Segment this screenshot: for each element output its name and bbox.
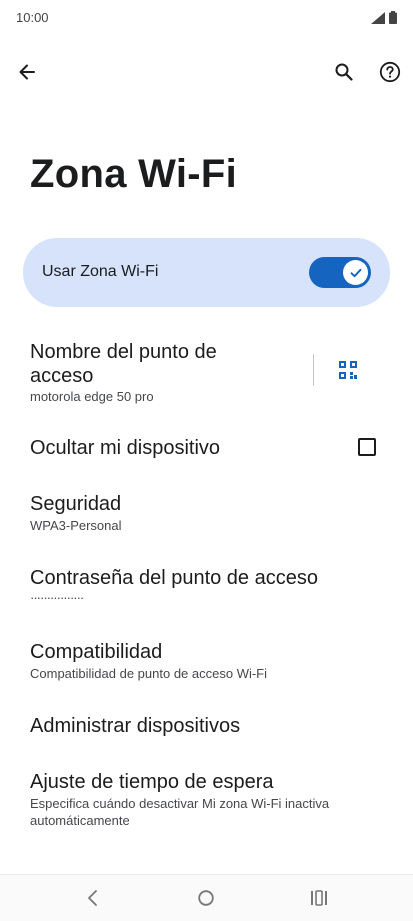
pref-compatibility[interactable]: Compatibilidad Compatibilidad de punto d… [0, 638, 413, 688]
arrow-back-icon [19, 64, 35, 80]
share-qr-button[interactable] [330, 352, 366, 388]
pref-summary: Compatibilidad de punto de acceso Wi-Fi [30, 666, 268, 681]
battery-icon [389, 11, 397, 24]
pref-title: Ocultar mi dispositivo [30, 437, 221, 459]
signal-icon [371, 11, 385, 24]
hotspot-master-switch[interactable]: Usar Zona Wi-Fi [23, 238, 390, 307]
qr-code-icon [339, 361, 357, 379]
page-title: Zona Wi-Fi [30, 152, 238, 196]
pref-summary-continued: automáticamente [30, 813, 130, 828]
pref-timeout[interactable]: Ajuste de tiempo de espera Especifica cu… [0, 768, 413, 832]
switch-thumb [343, 260, 368, 285]
nav-back-button[interactable] [75, 883, 111, 913]
nav-home-button[interactable] [188, 883, 224, 913]
hotspot-toggle[interactable] [309, 257, 371, 288]
pref-security[interactable]: Seguridad WPA3-Personal [0, 490, 413, 540]
hide-device-checkbox[interactable] [358, 438, 376, 456]
pref-title: Compatibilidad [30, 641, 163, 663]
pref-summary: motorola edge 50 pro [30, 389, 154, 404]
pref-title-continued: acceso [30, 365, 94, 387]
status-icons [371, 11, 397, 24]
pref-title: Contraseña del punto de acceso [30, 567, 318, 589]
nav-back-icon [88, 890, 97, 906]
navigation-bar [0, 874, 413, 921]
check-icon [350, 268, 361, 277]
nav-recents-icon [311, 890, 327, 906]
help-icon [379, 61, 401, 83]
help-button[interactable] [370, 52, 410, 92]
vertical-divider [313, 354, 314, 386]
pref-password[interactable]: Contraseña del punto de acceso ·········… [0, 564, 413, 610]
nav-recents-button[interactable] [301, 883, 337, 913]
pref-title: Administrar dispositivos [30, 715, 241, 737]
pref-summary: Especifica cuándo desactivar Mi zona Wi-… [30, 796, 330, 811]
toolbar [0, 50, 413, 94]
status-time: 10:00 [16, 10, 49, 25]
pref-summary: WPA3-Personal [30, 518, 122, 533]
master-switch-label: Usar Zona Wi-Fi [42, 263, 159, 280]
pref-title: Ajuste de tiempo de espera [30, 771, 274, 793]
search-icon [335, 63, 353, 81]
pref-manage-devices[interactable]: Administrar dispositivos [0, 712, 413, 746]
nav-home-icon [198, 890, 214, 906]
status-bar: 10:00 [0, 0, 413, 36]
pref-title: Seguridad [30, 493, 122, 515]
back-button[interactable] [7, 52, 47, 92]
pref-title: Nombre del punto de [30, 341, 217, 363]
pref-hide-device[interactable]: Ocultar mi dispositivo [0, 424, 413, 470]
pref-summary: ················ [30, 590, 84, 605]
search-button[interactable] [324, 52, 364, 92]
